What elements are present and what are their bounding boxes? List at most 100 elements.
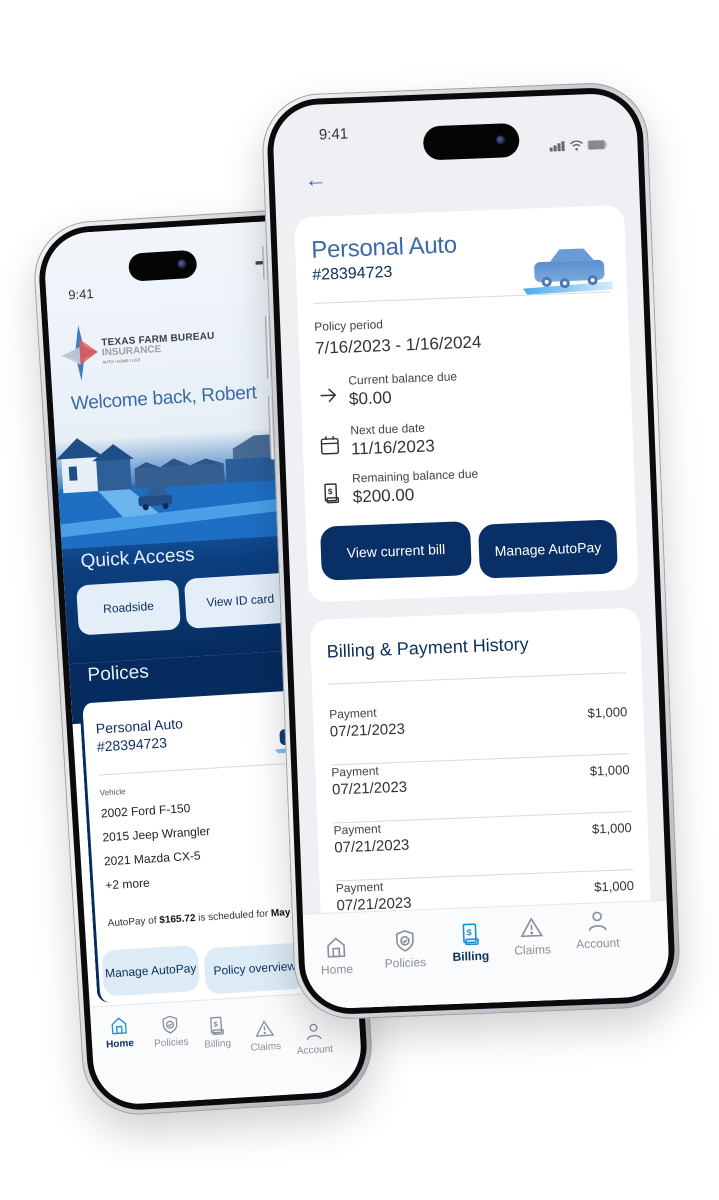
policy-title: Personal Auto	[95, 715, 184, 737]
status-time: 9:41	[318, 125, 349, 144]
manage-autopay-button[interactable]: Manage AutoPay	[477, 519, 618, 579]
battery-icon	[587, 139, 608, 151]
autopay-amount: $165.72	[159, 912, 196, 927]
payment-date: 07/21/2023	[331, 778, 408, 799]
arrow-right-icon	[320, 388, 337, 403]
home-icon	[111, 1017, 127, 1035]
autopay-mid: is scheduled for	[195, 908, 272, 924]
autopay-prefix: AutoPay of	[107, 915, 160, 930]
camera-icon	[177, 259, 187, 269]
status-time: 9:41	[67, 286, 95, 303]
warning-icon	[520, 917, 544, 938]
tab-label: Claims	[250, 1040, 282, 1054]
bill-icon: $	[210, 1016, 225, 1035]
brand-logo: TEXAS FARM BUREAU INSURANCE AUTO / HOME …	[60, 317, 217, 382]
row-value: $0.00	[348, 387, 392, 409]
vehicle-label: Vehicle	[99, 786, 126, 798]
payment-label: Payment	[331, 763, 379, 780]
tab-claims[interactable]: Claims	[513, 915, 552, 958]
dynamic-island	[422, 122, 520, 161]
svg-text:$: $	[214, 1020, 220, 1029]
current-balance-row: Current balance due $0.00	[316, 369, 458, 410]
status-icons	[549, 139, 608, 152]
home-icon	[327, 937, 346, 958]
payment-date: 07/21/2023	[329, 720, 406, 741]
vehicle-item: 2002 Ford F-150	[100, 801, 191, 821]
divider	[313, 291, 612, 304]
signal-icon	[549, 141, 565, 152]
camera-icon	[496, 135, 506, 145]
tab-policies[interactable]: Policies	[383, 928, 426, 971]
payment-amount: $1,000	[587, 704, 628, 721]
row-value: $200.00	[352, 485, 415, 507]
payment-amount: $1,000	[589, 762, 630, 779]
tab-account[interactable]: Account	[295, 1021, 333, 1057]
tab-label: Billing	[204, 1038, 232, 1051]
car-icon	[522, 248, 614, 295]
divider	[327, 672, 626, 685]
bill-icon: $	[462, 923, 480, 946]
payment-date: 07/21/2023	[333, 836, 410, 857]
tab-label: Policies	[153, 1036, 189, 1050]
view-current-bill-button[interactable]: View current bill	[319, 521, 472, 581]
wifi-icon	[569, 140, 583, 151]
payment-label: Payment	[335, 879, 384, 896]
payment-amount: $1,000	[591, 820, 633, 837]
billing-history-heading: Billing & Payment History	[326, 633, 530, 662]
more-vehicles[interactable]: +2 more	[105, 876, 150, 893]
row-value: 11/16/2023	[350, 436, 436, 459]
tab-label: Account	[296, 1043, 334, 1057]
tab-label: Home	[105, 1037, 135, 1051]
policy-title: Personal Auto	[310, 231, 458, 264]
policy-number: #28394723	[96, 734, 168, 755]
autopay-notice: AutoPay of $165.72 is scheduled for May …	[107, 906, 301, 929]
tab-policies[interactable]: Policies	[152, 1014, 189, 1050]
tab-label: Home	[320, 961, 354, 978]
side-button	[264, 315, 273, 380]
shield-check-icon	[395, 929, 414, 952]
side-button	[262, 245, 269, 280]
remaining-balance-row: $ Remaining balance due $200.00	[320, 467, 479, 509]
policy-overview-button[interactable]: Policy overview	[203, 942, 307, 995]
calendar-icon	[320, 436, 340, 455]
tab-home[interactable]: Home	[320, 935, 354, 978]
tab-label: Claims	[514, 942, 552, 958]
tab-claims[interactable]: Claims	[249, 1018, 282, 1054]
tab-label: Account	[575, 935, 620, 952]
billing-screen: 9:41 ← Personal Auto #28394723 Policy pe…	[271, 92, 671, 1010]
payment-label: Payment	[333, 821, 382, 838]
policy-summary-card: Personal Auto #28394723 Policy period 7/…	[294, 204, 639, 603]
vehicle-item: 2015 Jeep Wrangler	[102, 823, 211, 845]
policies-heading: Polices	[86, 661, 150, 687]
next-due-date-row: Next due date 11/16/2023	[318, 420, 435, 460]
tab-billing[interactable]: $ Billing	[451, 922, 489, 964]
bottom-tab-bar: Home Policies $ Billing Claims Account	[302, 899, 671, 1010]
shield-check-icon	[162, 1015, 178, 1034]
policy-number: #28394723	[311, 263, 393, 284]
dynamic-island	[127, 249, 198, 282]
tab-billing[interactable]: $ Billing	[203, 1015, 232, 1051]
svg-text:$: $	[467, 927, 472, 937]
tab-account[interactable]: Account	[575, 909, 620, 952]
tab-label: Policies	[384, 955, 427, 971]
warning-icon	[255, 1020, 275, 1037]
bill-icon: $	[324, 483, 340, 504]
svg-text:$: $	[328, 487, 333, 496]
person-icon	[588, 911, 607, 931]
roadside-button[interactable]: Roadside	[76, 579, 181, 636]
side-button	[267, 395, 276, 460]
star-logo-icon	[62, 324, 98, 381]
policy-period-label: Policy period	[314, 317, 384, 334]
person-icon	[306, 1023, 322, 1040]
tab-home[interactable]: Home	[104, 1015, 134, 1051]
row-label: Current balance due	[348, 369, 458, 388]
right-phone-billing-screen: 9:41 ← Personal Auto #28394723 Policy pe…	[260, 80, 682, 1022]
payment-amount: $1,000	[593, 877, 635, 895]
row-label: Next due date	[350, 420, 426, 438]
vehicle-item: 2021 Mazda CX-5	[103, 848, 201, 869]
arrow-left-icon[interactable]: ←	[304, 166, 327, 192]
manage-autopay-button[interactable]: Manage AutoPay	[101, 944, 201, 997]
tab-label: Billing	[452, 948, 490, 965]
policy-period-value: 7/16/2023 - 1/16/2024	[314, 332, 482, 358]
payment-label: Payment	[328, 705, 377, 722]
